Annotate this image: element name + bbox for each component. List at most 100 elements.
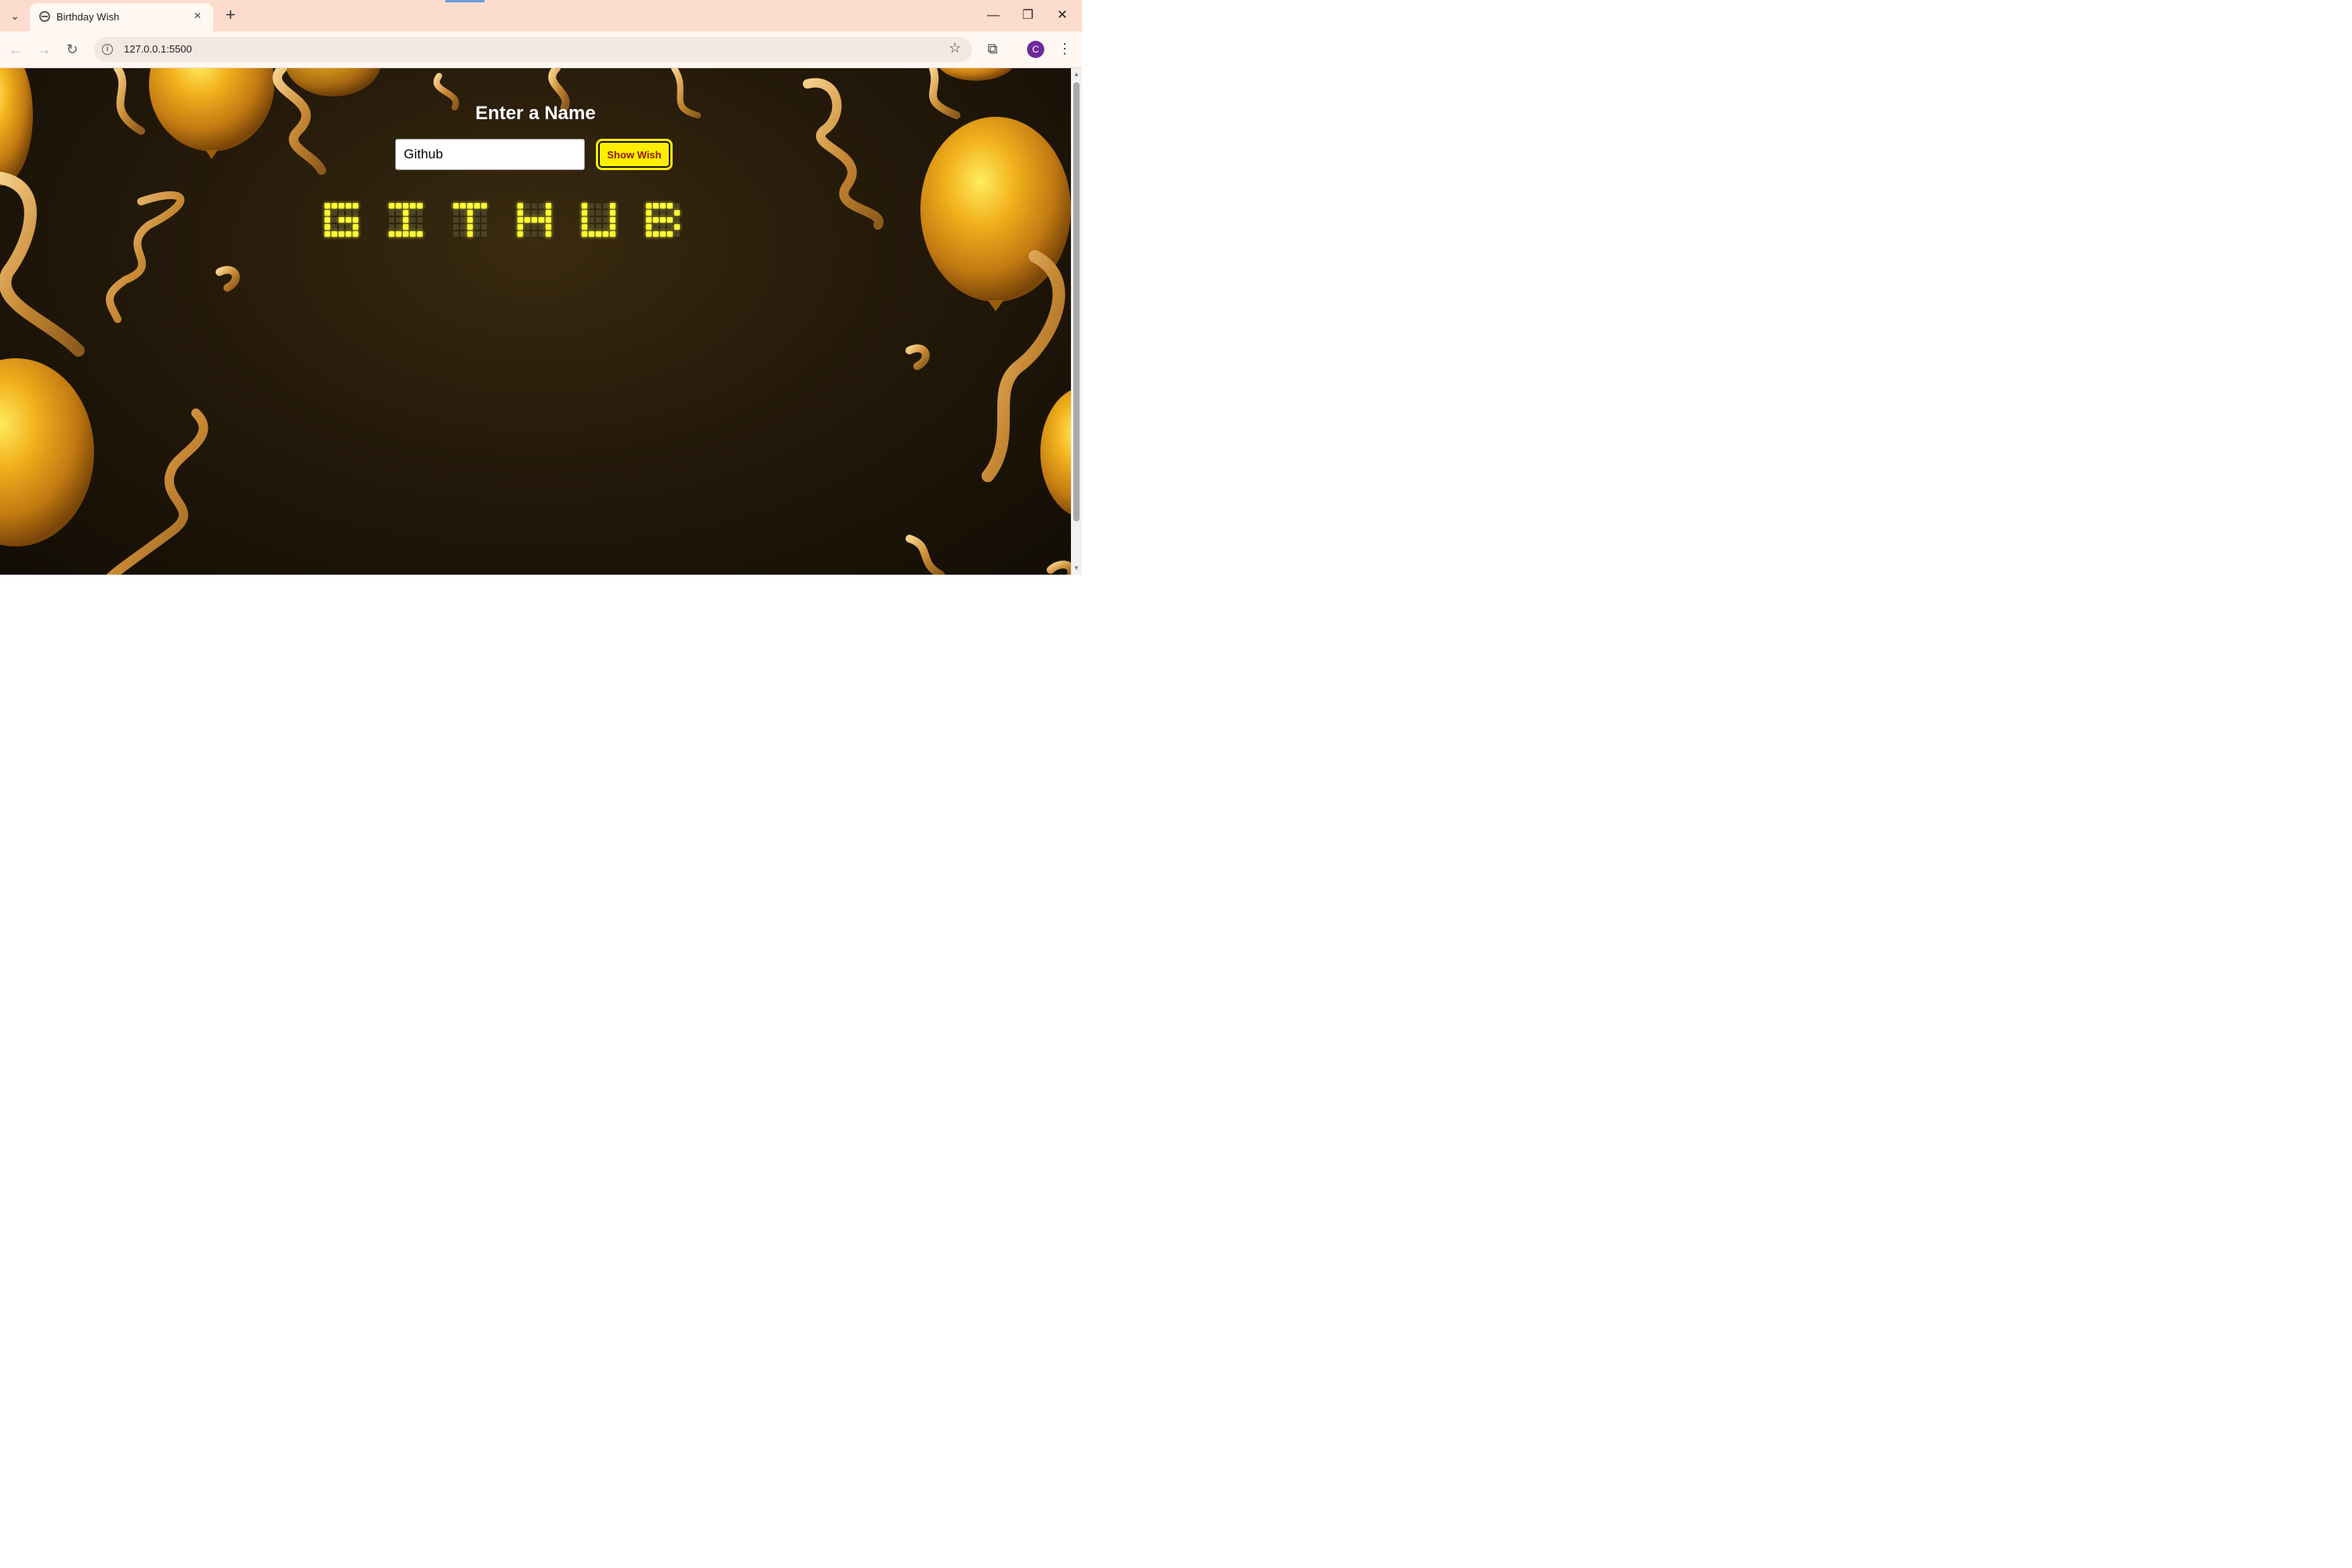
led-dot-lit	[353, 217, 358, 223]
led-dot-unlit	[660, 210, 666, 216]
bookmark-star-icon[interactable]: ☆	[949, 40, 961, 56]
led-dot-lit	[403, 231, 408, 237]
led-dot-unlit	[417, 224, 423, 230]
scroll-up-arrow[interactable]: ▲	[1073, 71, 1080, 78]
led-dot-unlit	[474, 217, 480, 223]
led-dot-unlit	[389, 210, 394, 216]
led-dot-lit	[646, 203, 652, 209]
led-dot-lit	[603, 231, 608, 237]
led-dot-lit	[546, 217, 551, 223]
led-letter-t	[453, 203, 487, 237]
led-dot-lit	[339, 203, 344, 209]
led-dot-lit	[389, 203, 394, 209]
led-dot-lit	[610, 217, 615, 223]
led-dot-unlit	[346, 224, 351, 230]
tab-strip: ⌄ Birthday Wish × + — ❐ ✕	[0, 0, 1082, 31]
led-dot-lit	[539, 217, 544, 223]
led-dot-lit	[667, 231, 673, 237]
tab-title: Birthday Wish	[56, 11, 120, 23]
url-text[interactable]: 127.0.0.1:5500	[124, 43, 192, 55]
led-dot-lit	[403, 210, 408, 216]
led-letter-h	[517, 203, 551, 237]
led-dot-lit	[396, 203, 401, 209]
led-dot-unlit	[417, 217, 423, 223]
led-dot-lit	[610, 231, 615, 237]
led-dot-unlit	[481, 217, 487, 223]
led-dot-lit	[653, 231, 659, 237]
led-dot-unlit	[389, 217, 394, 223]
tab-close-button[interactable]: ×	[190, 9, 205, 24]
led-dot-unlit	[481, 231, 487, 237]
back-button[interactable]: ←	[6, 40, 25, 59]
led-dot-unlit	[396, 210, 401, 216]
led-dot-lit	[524, 217, 530, 223]
led-dot-lit	[332, 231, 337, 237]
scroll-down-arrow[interactable]: ▼	[1073, 564, 1080, 572]
led-dot-unlit	[603, 224, 608, 230]
led-dot-unlit	[396, 217, 401, 223]
led-dot-unlit	[532, 231, 537, 237]
browser-menu-button[interactable]: ⋮	[1057, 39, 1073, 58]
led-dot-unlit	[653, 210, 659, 216]
led-dot-lit	[467, 203, 473, 209]
site-info-icon[interactable]: i	[102, 44, 113, 55]
led-dot-unlit	[589, 203, 594, 209]
led-dot-lit	[325, 217, 330, 223]
led-dot-unlit	[460, 217, 466, 223]
led-dot-lit	[546, 224, 551, 230]
led-dot-lit	[325, 231, 330, 237]
tab-list-button[interactable]: ⌄	[6, 7, 24, 24]
led-dot-lit	[589, 231, 594, 237]
tab-birthday-wish[interactable]: Birthday Wish ×	[30, 3, 213, 31]
led-dot-lit	[517, 217, 523, 223]
led-dot-unlit	[524, 203, 530, 209]
led-dot-unlit	[474, 231, 480, 237]
led-dot-lit	[346, 203, 351, 209]
forward-button[interactable]: →	[34, 40, 53, 59]
led-dot-lit	[353, 224, 358, 230]
led-dot-unlit	[603, 217, 608, 223]
led-dot-lit	[660, 231, 666, 237]
led-dot-lit	[610, 203, 615, 209]
extensions-icon[interactable]: ⧉	[983, 39, 1002, 58]
led-dot-unlit	[674, 231, 680, 237]
restore-button[interactable]: ❐	[1014, 5, 1041, 27]
led-dot-unlit	[603, 203, 608, 209]
led-dot-lit	[582, 203, 587, 209]
led-dot-lit	[667, 217, 673, 223]
led-dot-unlit	[410, 210, 416, 216]
led-dot-lit	[582, 217, 587, 223]
globe-icon	[39, 11, 50, 22]
new-tab-button[interactable]: +	[221, 6, 240, 25]
led-dot-lit	[582, 224, 587, 230]
led-dot-unlit	[539, 210, 544, 216]
led-dot-lit	[403, 217, 408, 223]
led-dot-lit	[325, 210, 330, 216]
led-letter-u	[582, 203, 615, 237]
led-dot-unlit	[481, 210, 487, 216]
address-bar[interactable]: i 127.0.0.1:5500 ☆	[94, 37, 972, 62]
led-dot-lit	[467, 217, 473, 223]
reload-button[interactable]: ↻	[63, 40, 82, 59]
profile-avatar[interactable]: C	[1027, 41, 1044, 58]
led-dot-lit	[667, 203, 673, 209]
led-dot-lit	[403, 224, 408, 230]
led-dot-unlit	[339, 224, 344, 230]
led-dot-lit	[467, 210, 473, 216]
led-dot-lit	[532, 217, 537, 223]
led-dot-lit	[453, 203, 459, 209]
close-window-button[interactable]: ✕	[1049, 5, 1076, 27]
led-dot-lit	[353, 203, 358, 209]
page-scrollbar[interactable]: ▲ ▼	[1071, 68, 1082, 575]
led-dot-lit	[474, 203, 480, 209]
led-dot-lit	[410, 231, 416, 237]
led-dot-unlit	[589, 224, 594, 230]
led-dot-unlit	[332, 217, 337, 223]
led-dot-unlit	[460, 210, 466, 216]
led-dot-lit	[646, 224, 652, 230]
led-dot-lit	[582, 231, 587, 237]
minimize-button[interactable]: —	[980, 5, 1007, 27]
scrollbar-thumb[interactable]	[1073, 82, 1080, 521]
led-letter-b	[646, 203, 680, 237]
led-dot-lit	[660, 217, 666, 223]
